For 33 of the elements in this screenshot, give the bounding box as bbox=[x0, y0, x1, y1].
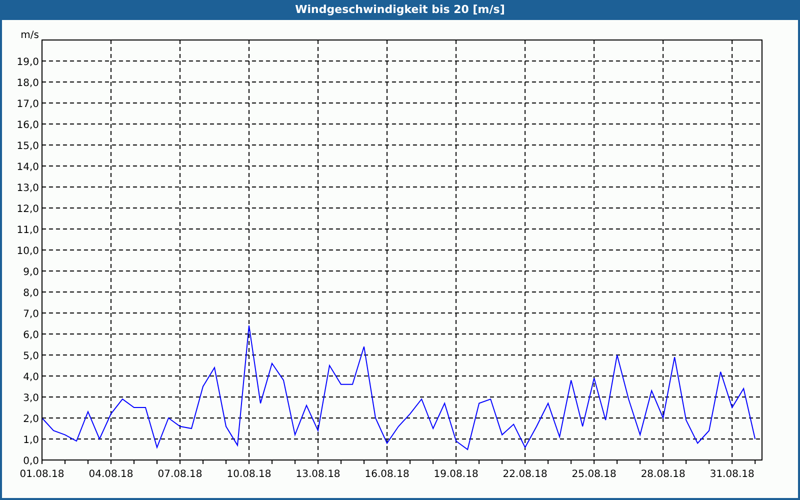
y-axis-unit-label: m/s bbox=[20, 30, 39, 41]
x-tick-label: 22.08.18 bbox=[502, 469, 548, 480]
window-title: Windgeschwindigkeit bis 20 [m/s] bbox=[294, 2, 506, 18]
x-tick-label: 28.08.18 bbox=[640, 469, 686, 480]
y-tick-label: 4,0 bbox=[23, 372, 39, 383]
y-tick-label: 7,0 bbox=[23, 309, 39, 320]
x-tick-label: 01.08.18 bbox=[20, 469, 64, 480]
x-tick-label: 07.08.18 bbox=[158, 469, 202, 480]
y-tick-label: 0,0 bbox=[23, 456, 39, 467]
y-tick-label: 19,0 bbox=[16, 57, 39, 68]
x-tick-label: 31.08.18 bbox=[710, 469, 754, 480]
y-tick-label: 13,0 bbox=[16, 183, 39, 194]
y-tick-label: 11,0 bbox=[16, 225, 39, 236]
y-tick-label: 10,0 bbox=[16, 246, 39, 257]
y-tick-label: 1,0 bbox=[23, 435, 39, 446]
y-tick-label: 3,0 bbox=[23, 393, 39, 404]
y-tick-label: 8,0 bbox=[23, 288, 39, 299]
y-tick-label: 6,0 bbox=[23, 330, 39, 341]
y-tick-label: 15,0 bbox=[16, 141, 39, 152]
y-tick-label: 5,0 bbox=[23, 351, 39, 362]
x-tick-label: 19.08.18 bbox=[434, 469, 478, 480]
y-tick-label: 17,0 bbox=[16, 99, 39, 110]
x-tick-label: 16.08.18 bbox=[364, 469, 410, 480]
y-tick-label: 16,0 bbox=[16, 120, 39, 131]
y-tick-label: 12,0 bbox=[16, 204, 39, 215]
y-tick-label: 14,0 bbox=[16, 162, 39, 173]
x-tick-label: 10.08.18 bbox=[226, 469, 272, 480]
x-tick-label: 25.08.18 bbox=[572, 469, 616, 480]
y-tick-label: 9,0 bbox=[23, 267, 39, 278]
y-tick-label: 2,0 bbox=[23, 414, 39, 425]
x-tick-label: 13.08.18 bbox=[296, 469, 340, 480]
x-tick-label: 04.08.18 bbox=[88, 469, 134, 480]
y-tick-label: 18,0 bbox=[16, 78, 39, 89]
